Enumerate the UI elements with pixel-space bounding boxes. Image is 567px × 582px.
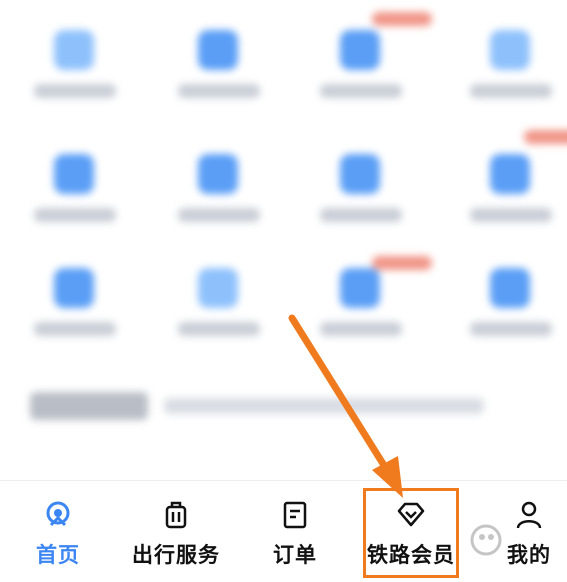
watermark-icon (466, 520, 567, 560)
annotation-arrow (288, 314, 403, 498)
